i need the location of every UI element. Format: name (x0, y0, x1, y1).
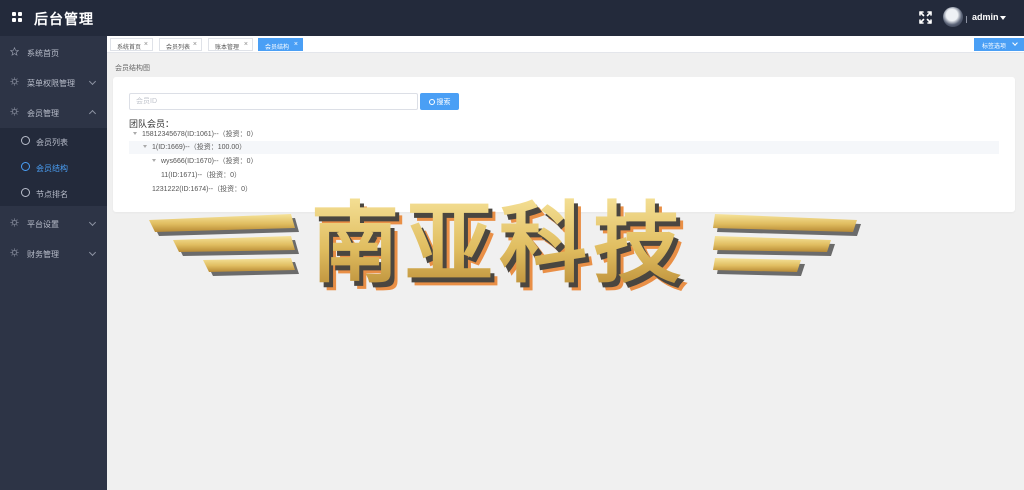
close-icon[interactable]: × (294, 41, 298, 48)
gear-icon (10, 107, 19, 116)
close-icon[interactable]: × (144, 41, 148, 48)
header-separator (966, 16, 967, 23)
avatar[interactable] (943, 7, 963, 27)
chevron-down-icon (88, 77, 97, 86)
caret-down-icon[interactable] (143, 145, 147, 148)
sidebar-subitem-label: 会员列表 (36, 138, 68, 147)
tree-node-label: wys666(ID:1670)--（投资：0） (161, 158, 258, 165)
tree-node[interactable]: wys666(ID:1670)--（投资：0） (152, 155, 452, 168)
tab-member-structure[interactable]: 会员结构 × (258, 38, 303, 51)
circle-icon (21, 162, 30, 171)
tree-node[interactable]: 15812345678(ID:1061)--（投资：0） (133, 128, 433, 141)
gear-icon (10, 248, 19, 257)
sidebar-item-menu-permission[interactable]: 菜单权限管理 (0, 69, 107, 95)
sidebar-item-member-management[interactable]: 会员管理 (0, 99, 107, 125)
sidebar-item-label: 系统首页 (27, 49, 59, 58)
caret-down-icon[interactable] (1000, 16, 1006, 20)
page-title: 会员结构图 (115, 65, 150, 72)
top-bar: 后台管理 admin (0, 0, 1024, 36)
tree-node[interactable]: 11(ID:1671)--（投资：0） (161, 169, 461, 182)
circle-icon (21, 136, 30, 145)
tab-label: 账本管理 (215, 45, 240, 51)
chevron-down-icon (88, 218, 97, 227)
chevron-down-icon (1012, 40, 1018, 46)
logo-text: 南亚科技 (311, 192, 687, 294)
circle-icon (21, 188, 30, 197)
sidebar-item-finance-management[interactable]: 财务管理 (0, 240, 107, 266)
gear-icon (10, 77, 19, 86)
caret-down-icon[interactable] (152, 159, 156, 162)
search-button[interactable]: 搜索 (420, 93, 459, 110)
tree-node-label: 1(ID:1669)--（投资：100.00） (152, 144, 247, 151)
grid-menu-icon[interactable] (12, 12, 23, 23)
tree-node[interactable]: 1(ID:1669)--（投资：100.00） (129, 141, 999, 154)
username[interactable]: admin (972, 12, 999, 22)
sidebar-item-label: 菜单权限管理 (27, 79, 75, 88)
sidebar-subitem-node-ranking[interactable]: 节点排名 (0, 180, 107, 206)
sidebar-item-label: 财务管理 (27, 250, 59, 259)
caret-down-icon[interactable] (133, 132, 137, 135)
sidebar-item-label: 平台设置 (27, 220, 59, 229)
sidebar-item-dashboard[interactable]: 系统首页 (0, 39, 107, 65)
tab-label: 系统首页 (117, 45, 142, 51)
tree-node-label: 15812345678(ID:1061)--（投资：0） (142, 131, 258, 138)
close-icon[interactable]: × (193, 41, 197, 48)
member-id-input[interactable] (129, 93, 418, 110)
tab-options-label: 标签选项 (982, 44, 1007, 50)
sidebar-subitem-label: 会员结构 (36, 164, 68, 173)
tab-dashboard[interactable]: 系统首页 × (110, 38, 153, 51)
fullscreen-icon[interactable] (919, 11, 932, 24)
right-wing-icon (713, 214, 861, 276)
sidebar: 系统首页 菜单权限管理 会员管理 会员列表 会员结构 节点排名 平台设置 财务管… (0, 36, 107, 490)
sidebar-subitem-member-structure[interactable]: 会员结构 (0, 154, 107, 180)
sidebar-item-platform-settings[interactable]: 平台设置 (0, 210, 107, 236)
chevron-up-icon (88, 109, 97, 118)
tab-options-button[interactable]: 标签选项 (974, 38, 1024, 51)
tab-label: 会员列表 (166, 45, 191, 51)
tab-ledger-management[interactable]: 账本管理 × (208, 38, 253, 51)
search-button-label: 搜索 (436, 98, 451, 106)
search-icon (428, 98, 435, 105)
sidebar-subitem-member-list[interactable]: 会员列表 (0, 128, 107, 154)
brand-logo-watermark: 南亚科技 南亚科技 南亚科技 (149, 192, 861, 294)
gear-icon (10, 218, 19, 227)
tab-label: 会员结构 (265, 45, 290, 51)
app-title: 后台管理 (34, 11, 94, 27)
sidebar-subitem-label: 节点排名 (36, 190, 68, 199)
tree-node-label: 11(ID:1671)--（投资：0） (161, 172, 242, 179)
close-icon[interactable]: × (244, 41, 248, 48)
left-wing-icon (149, 214, 299, 276)
tab-member-list[interactable]: 会员列表 × (159, 38, 202, 51)
chevron-down-icon (88, 248, 97, 257)
sidebar-item-label: 会员管理 (27, 109, 59, 118)
star-icon (10, 47, 19, 56)
